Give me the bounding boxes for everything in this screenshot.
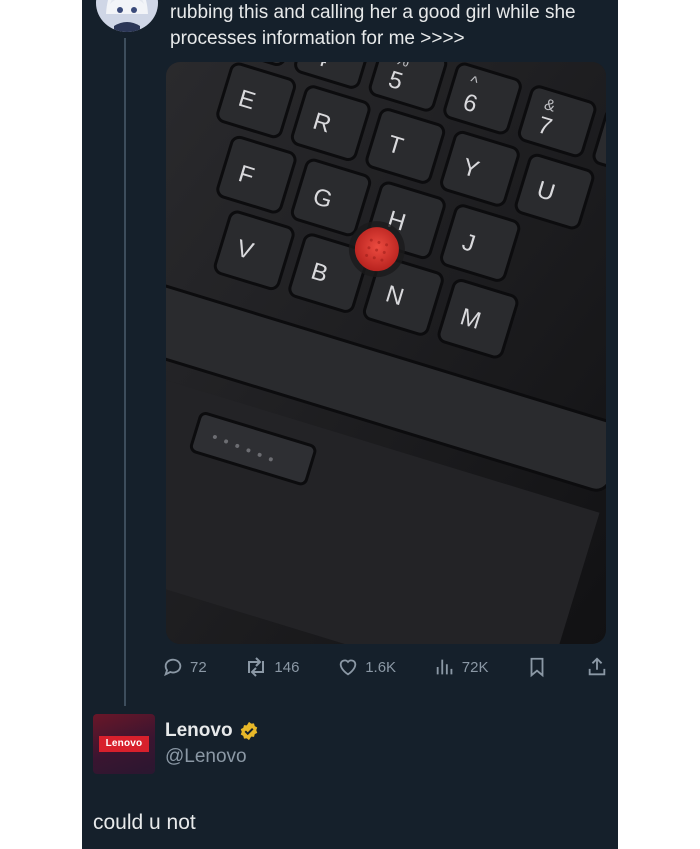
like-button[interactable]: 1.6K (337, 656, 396, 678)
tweet-text: rubbing this and calling her a good girl… (170, 2, 576, 49)
views-button[interactable]: 72K (434, 656, 489, 678)
retweet-icon (248, 657, 265, 677)
heart-icon (339, 659, 357, 676)
reply-icon (164, 658, 182, 677)
tweet-photo[interactable]: 3 4 5 6 7 8 E R T Y U F G H J V B (166, 62, 606, 644)
reply-author-handle[interactable]: @Lenovo (165, 746, 247, 768)
share-icon (588, 657, 606, 676)
views-count: 72K (461, 658, 489, 676)
lenovo-avatar[interactable]: Lenovo (93, 714, 155, 774)
bookmark-button[interactable] (526, 656, 548, 678)
bookmark-icon (530, 657, 544, 678)
reply-author-name: Lenovo (165, 720, 233, 741)
reply-count: 72 (190, 658, 207, 676)
like-count: 1.6K (365, 658, 397, 676)
share-button[interactable] (586, 656, 608, 678)
thread-connector-line (124, 38, 126, 706)
retweet-count: 146 (274, 658, 300, 676)
retweet-button[interactable]: 146 (244, 656, 299, 678)
tweet-action-bar: 72 146 1.6K 72K (162, 654, 608, 680)
reply-author-name-row[interactable]: Lenovo (165, 720, 259, 742)
lenovo-logo: Lenovo (99, 736, 149, 752)
author-avatar[interactable] (96, 0, 158, 32)
tweet-thread-panel: rubbing this and calling her a good girl… (82, 0, 618, 849)
reply-text: could u not (93, 811, 196, 834)
views-icon (436, 659, 453, 675)
verified-badge-icon (240, 721, 257, 741)
reply-button[interactable]: 72 (162, 656, 207, 678)
